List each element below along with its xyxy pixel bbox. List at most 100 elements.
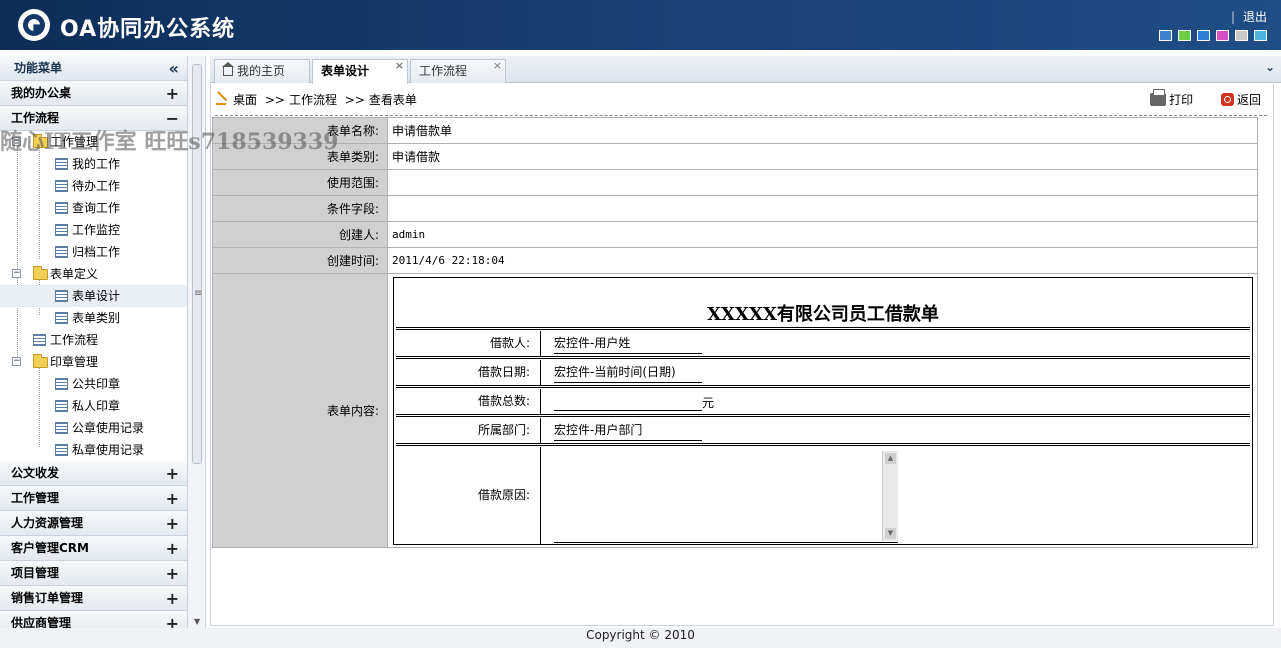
theme-swatch-icon[interactable] — [1235, 30, 1248, 41]
print-button[interactable]: 打印 — [1150, 89, 1193, 107]
tree-folder-form-def[interactable]: − 表单定义 — [0, 263, 187, 285]
scroll-down-icon[interactable]: ▼ — [885, 528, 896, 539]
sidebar-item-private-seal-log[interactable]: 私章使用记录 — [0, 439, 187, 461]
tree-toggle-icon[interactable]: − — [12, 357, 21, 366]
macro-field[interactable]: 宏控件-用户姓 — [554, 333, 702, 354]
sidebar-item-archive[interactable]: 归档工作 — [0, 241, 187, 263]
loan-form-row: 借款原因: ▲ ▼ — [396, 447, 1250, 544]
tree-toggle-icon[interactable]: − — [12, 137, 21, 146]
logout-link[interactable]: | 退出 — [1231, 8, 1267, 25]
sidebar-scrollbar[interactable]: ≡ ▼ — [188, 56, 206, 628]
sidebar-category[interactable]: 工作管理 + — [0, 486, 187, 511]
sidebar-item-public-seal-log[interactable]: 公章使用记录 — [0, 417, 187, 439]
scroll-down-icon[interactable]: ▼ — [194, 617, 200, 626]
theme-swatch-icon[interactable] — [1159, 30, 1172, 41]
table-row: 创建人: admin — [212, 221, 1258, 248]
folder-icon — [33, 134, 48, 148]
loan-form-row: 借款人: 宏控件-用户姓 — [396, 331, 1250, 356]
sidebar-item-todo[interactable]: 待办工作 — [0, 175, 187, 197]
sidebar-title: 功能菜单 « — [0, 56, 187, 81]
app-title: OA协同办公系统 — [60, 17, 236, 42]
tree-folder-seal-mgmt[interactable]: − 印章管理 — [0, 351, 187, 373]
form-icon — [55, 422, 68, 434]
tab-home[interactable]: 我的主页 — [214, 59, 310, 83]
table-row: 使用范围: — [212, 169, 1258, 196]
expand-plus-icon[interactable]: + — [166, 511, 179, 536]
form-icon — [33, 334, 46, 346]
close-tab-icon[interactable]: × — [493, 55, 502, 77]
app-header: OA协同办公系统 | 退出 — [0, 0, 1281, 50]
form-icon — [55, 290, 68, 302]
form-icon — [55, 180, 68, 192]
tab-workflow[interactable]: 工作流程 × — [410, 59, 506, 83]
sidebar: 功能菜单 « 我的办公桌 + 工作流程 − − 工作管理 我的工作 待办工作 查询工… — [0, 56, 188, 628]
textarea-scrollbar[interactable]: ▲ ▼ — [882, 451, 898, 541]
tree-toggle-icon[interactable]: − — [12, 269, 21, 278]
folder-icon — [33, 266, 48, 280]
sidebar-item-private-seal[interactable]: 私人印章 — [0, 395, 187, 417]
scroll-up-icon[interactable]: ▲ — [885, 453, 896, 464]
reason-textarea[interactable]: ▲ ▼ — [554, 451, 898, 543]
tree-folder-work-mgmt[interactable]: − 工作管理 — [0, 131, 187, 153]
theme-swatch-icon[interactable] — [1216, 30, 1229, 41]
chevron-down-icon[interactable]: ⌄ — [1265, 60, 1275, 74]
expand-plus-icon[interactable]: + — [166, 461, 179, 486]
loan-form-row: 所属部门: 宏控件-用户部门 — [396, 418, 1250, 443]
sidebar-item-my-work[interactable]: 我的工作 — [0, 153, 187, 175]
table-row: 表单名称: 申请借款单 — [212, 117, 1258, 144]
sidebar-item-monitor[interactable]: 工作监控 — [0, 219, 187, 241]
sidebar-category[interactable]: 我的办公桌 + — [0, 81, 187, 106]
expand-plus-icon[interactable]: + — [166, 486, 179, 511]
macro-field[interactable]: 宏控件-用户部门 — [554, 420, 702, 441]
workflow-tree: − 工作管理 我的工作 待办工作 查询工作 工作监控 归档工作 − 表单定义 表… — [0, 131, 187, 461]
sidebar-category[interactable]: 销售订单管理 + — [0, 586, 187, 611]
back-button[interactable]: 返回 — [1220, 93, 1261, 107]
sidebar-item-public-seal[interactable]: 公共印章 — [0, 373, 187, 395]
expand-plus-icon[interactable]: + — [166, 561, 179, 586]
collapse-minus-icon[interactable]: − — [166, 106, 179, 131]
sidebar-category[interactable]: 客户管理CRM + — [0, 536, 187, 561]
sidebar-category[interactable]: 公文收发 + — [0, 461, 187, 486]
sidebar-category[interactable]: 项目管理 + — [0, 561, 187, 586]
tab-bar: 我的主页 表单设计 × 工作流程 × ⌄ — [210, 56, 1281, 84]
sidebar-category[interactable]: 工作流程 − — [0, 106, 187, 131]
breadcrumb-desktop[interactable]: 桌面 — [233, 93, 257, 107]
folder-icon — [33, 354, 48, 368]
amount-input[interactable] — [554, 391, 702, 411]
sidebar-category[interactable]: 供应商管理 + — [0, 611, 187, 628]
printer-icon — [1150, 89, 1167, 106]
table-row: 创建时间: 2011/4/6 22:18:04 — [212, 247, 1258, 274]
theme-swatch-icon[interactable] — [1197, 30, 1210, 41]
main-content: 桌面 >> 工作流程 >> 查看表单 打印 返回 表单名称: 申请借款单 表单类别: 申… — [210, 84, 1274, 626]
home-icon — [222, 62, 234, 76]
expand-plus-icon[interactable]: + — [166, 586, 179, 611]
loan-form-preview: XXXXX有限公司员工借款单 借款人: 宏控件-用户姓 借款日期: 宏控件-当前… — [393, 277, 1253, 545]
breadcrumb-workflow[interactable]: 工作流程 — [289, 93, 337, 107]
breadcrumb: 桌面 >> 工作流程 >> 查看表单 打印 返回 — [215, 88, 1267, 116]
form-icon — [55, 312, 68, 324]
form-icon — [55, 378, 68, 390]
expand-plus-icon[interactable]: + — [166, 536, 179, 561]
theme-swatch-icon[interactable] — [1178, 30, 1191, 41]
close-tab-icon[interactable]: × — [395, 55, 404, 77]
table-row: 条件字段: — [212, 195, 1258, 222]
form-info-table: 表单名称: 申请借款单 表单类别: 申请借款 使用范围: 条件字段: 创建人: adm… — [212, 117, 1258, 548]
scrollbar-thumb[interactable] — [192, 64, 202, 464]
sidebar-category[interactable]: 人力资源管理 + — [0, 511, 187, 536]
footer: Copyright © 2010 — [0, 628, 1281, 648]
logo-icon — [18, 9, 50, 41]
sidebar-item-query[interactable]: 查询工作 — [0, 197, 187, 219]
macro-field[interactable]: 宏控件-当前时间(日期) — [554, 362, 702, 383]
splitter-grip-icon[interactable]: ≡ — [194, 288, 202, 299]
form-icon — [55, 246, 68, 258]
expand-plus-icon[interactable]: + — [166, 611, 179, 628]
expand-plus-icon[interactable]: + — [166, 81, 179, 106]
theme-swatch-icon[interactable] — [1254, 30, 1267, 41]
sidebar-item-form-design[interactable]: 表单设计 — [0, 285, 187, 307]
tab-form-design[interactable]: 表单设计 × — [312, 59, 408, 84]
sidebar-item-workflow[interactable]: 工作流程 — [0, 329, 187, 351]
form-icon — [55, 202, 68, 214]
loan-form-row: 借款日期: 宏控件-当前时间(日期) — [396, 360, 1250, 385]
collapse-sidebar-icon[interactable]: « — [169, 56, 179, 81]
sidebar-item-form-category[interactable]: 表单类别 — [0, 307, 187, 329]
